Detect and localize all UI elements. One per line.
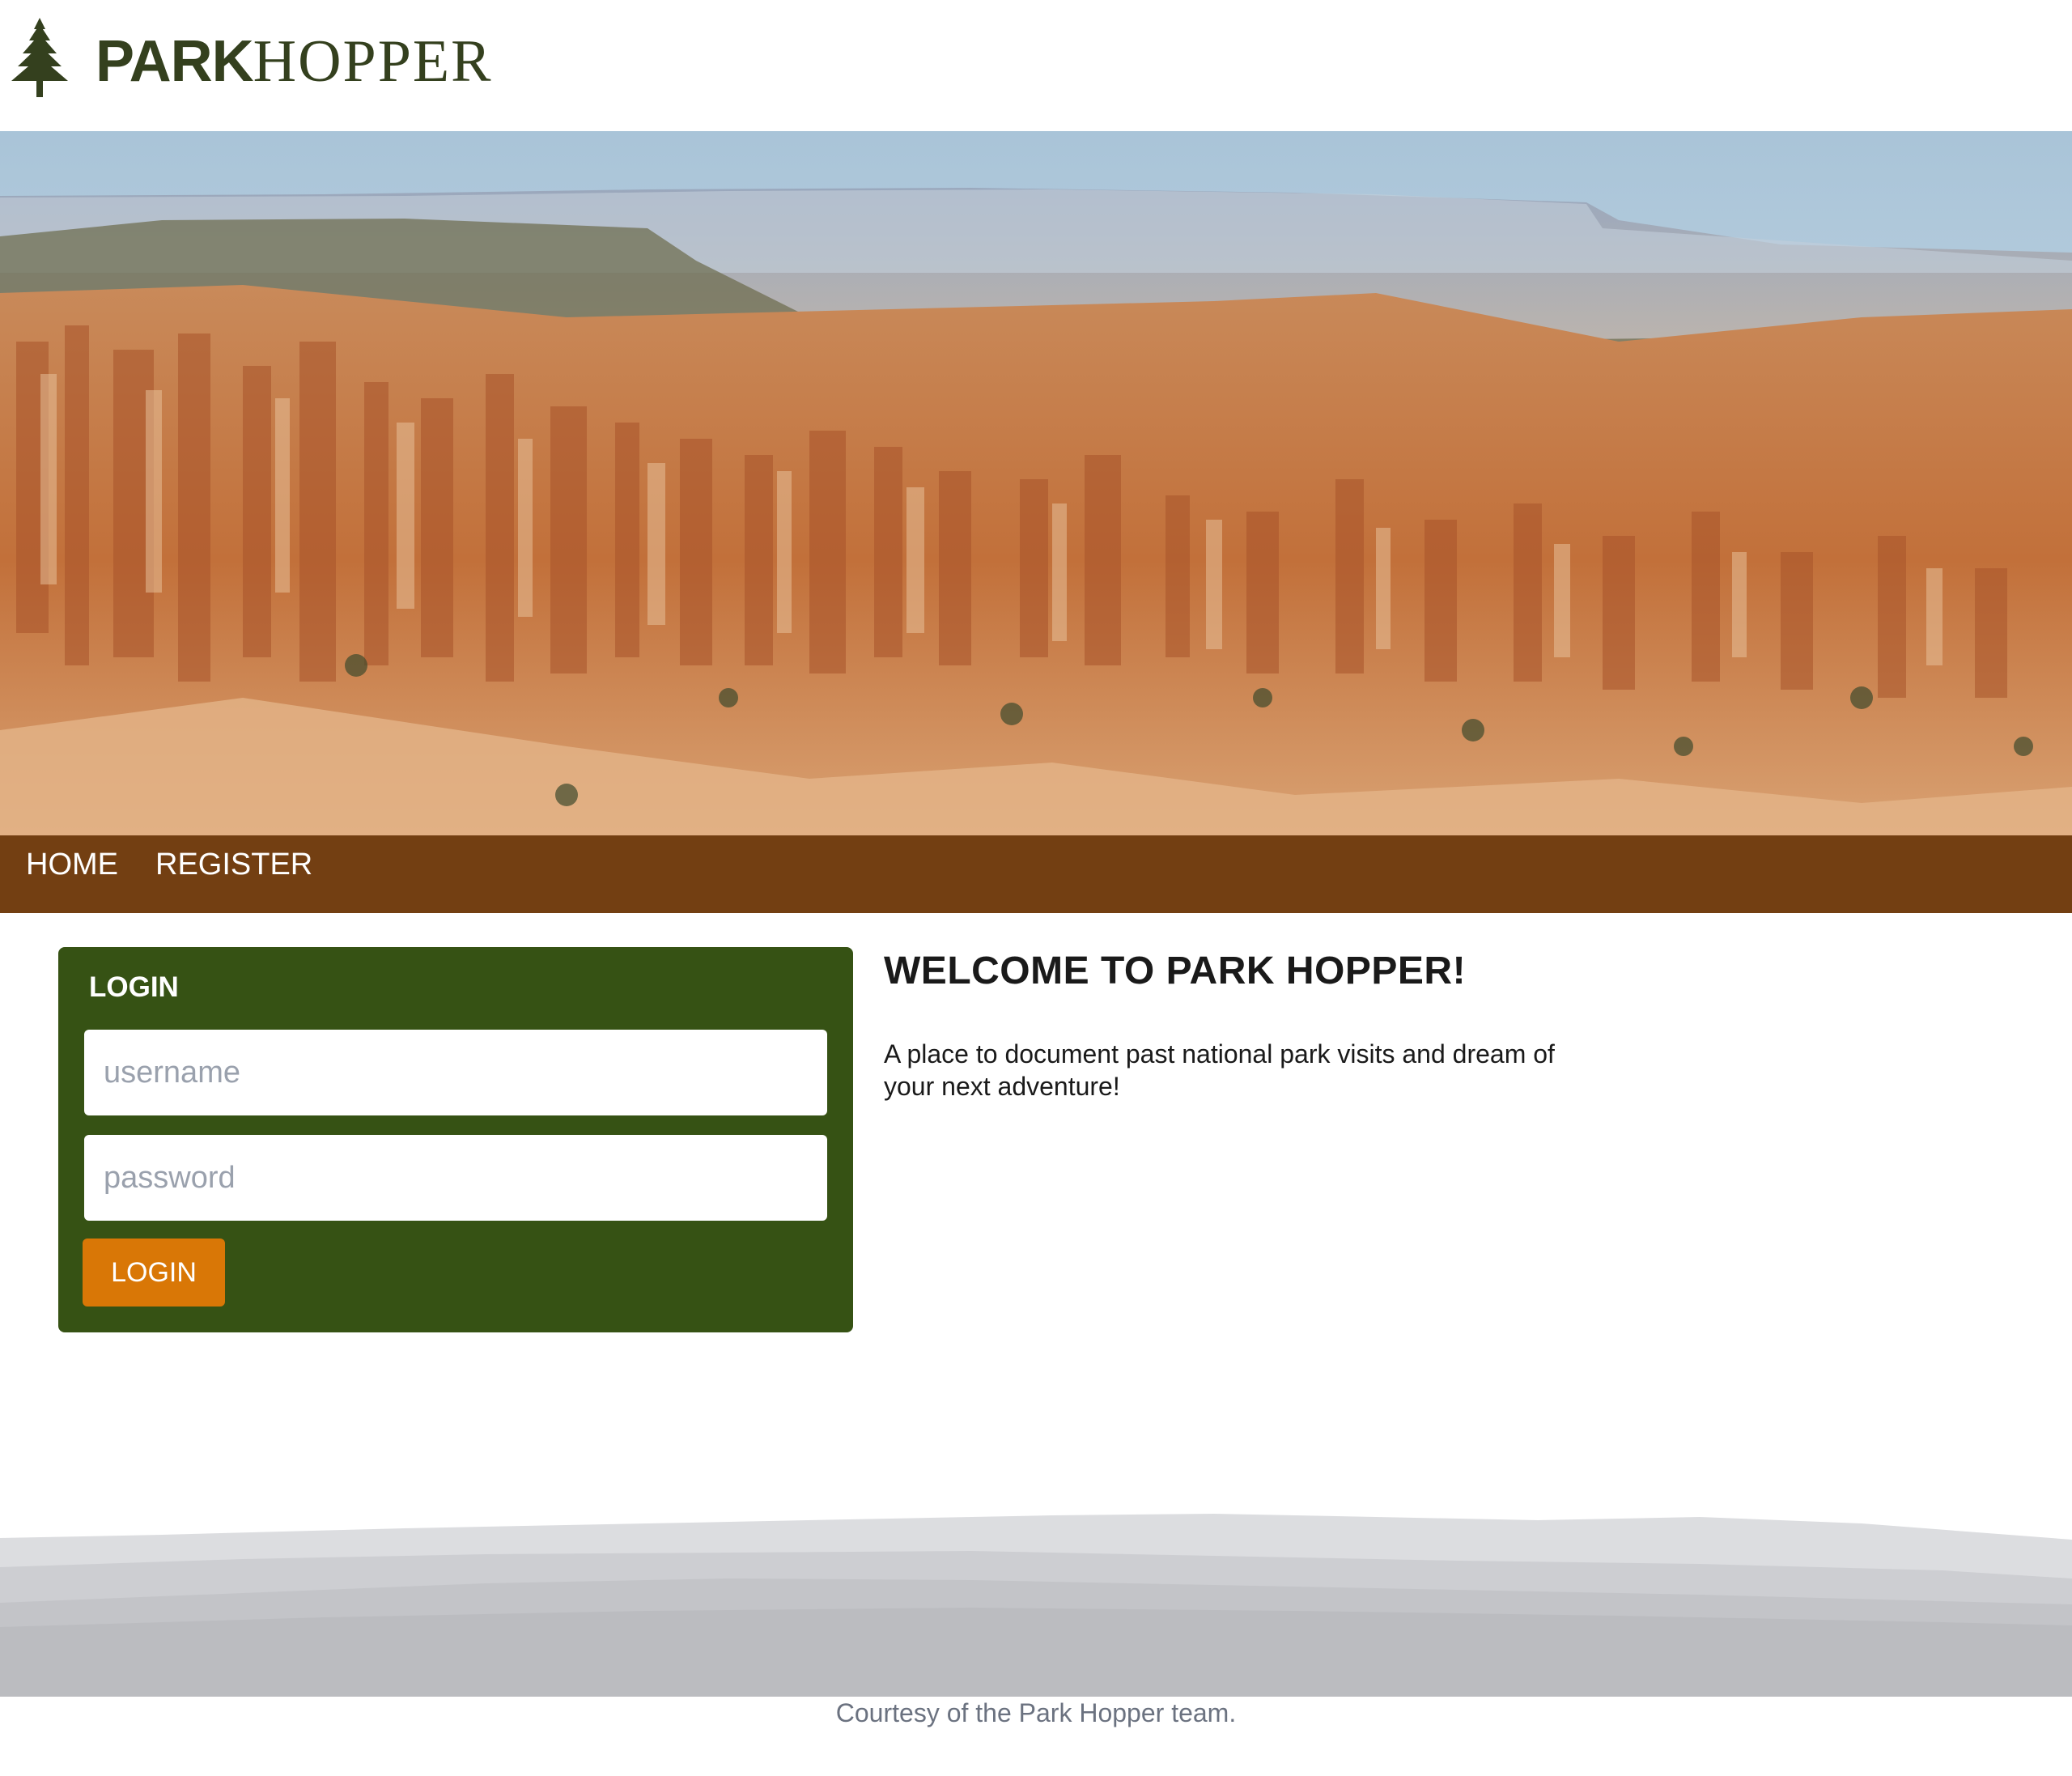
login-card: LOGIN LOGIN bbox=[58, 947, 853, 1332]
welcome-heading: WELCOME TO PARK HOPPER! bbox=[884, 950, 1467, 992]
footer-mountains bbox=[0, 1514, 2072, 1697]
welcome-description: A place to document past national park v… bbox=[884, 1039, 1555, 1101]
login-title: LOGIN bbox=[89, 971, 179, 1003]
site-header: PARKHOPPER bbox=[0, 0, 2072, 131]
pine-tree-icon bbox=[11, 18, 68, 97]
nav-home-link[interactable]: HOME bbox=[26, 835, 118, 894]
nav-register-link[interactable]: REGISTER bbox=[155, 835, 312, 894]
login-button[interactable]: LOGIN bbox=[83, 1239, 225, 1307]
footer-credit: Courtesy of the Park Hopper team. bbox=[835, 1698, 1237, 1727]
hero-image bbox=[0, 131, 2072, 835]
password-input[interactable] bbox=[84, 1135, 827, 1221]
main-nav: HOME REGISTER bbox=[0, 835, 2072, 913]
brand-name-park: PARK bbox=[96, 29, 254, 94]
brand-logo[interactable]: PARKHOPPER bbox=[96, 28, 492, 100]
username-input[interactable] bbox=[84, 1030, 827, 1115]
brand-name-hopper: HOPPER bbox=[253, 28, 493, 95]
